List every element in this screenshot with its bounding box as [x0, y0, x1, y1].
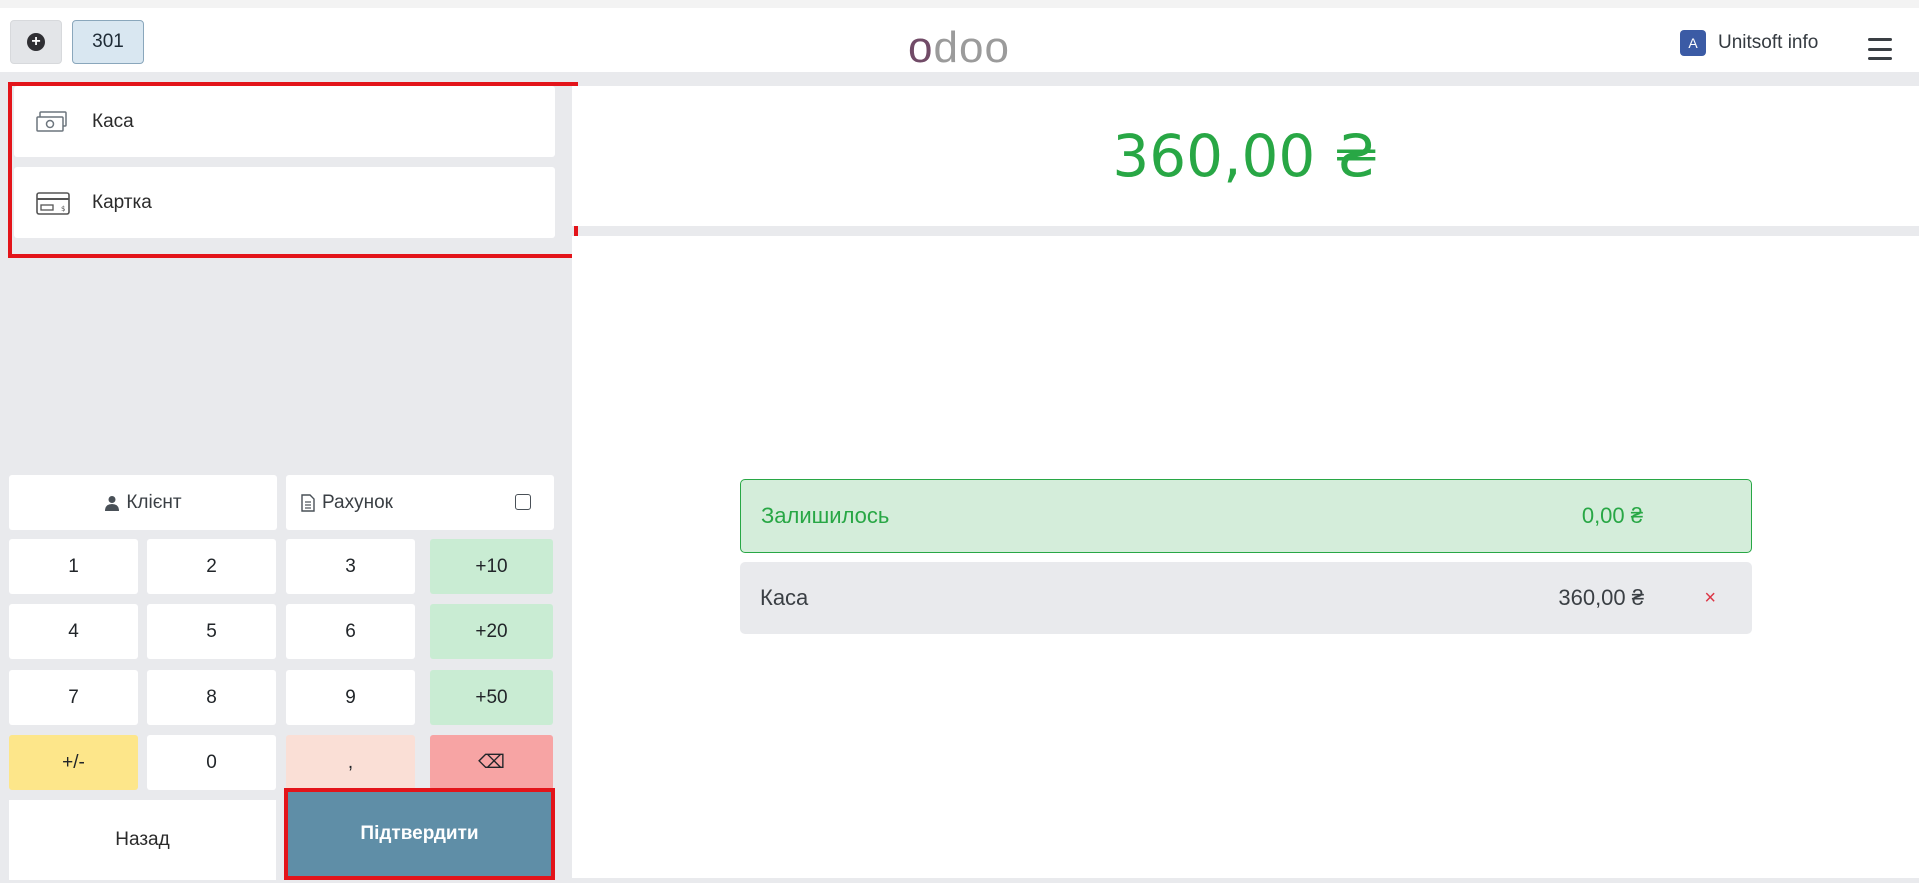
invoice-button[interactable]: Рахунок: [286, 475, 554, 530]
remaining-amount: 0,00 ₴: [1581, 503, 1643, 528]
document-icon: [301, 493, 315, 512]
backspace-icon[interactable]: ⌫: [430, 735, 553, 790]
logo-letter: o: [908, 23, 933, 72]
odoo-logo: o d o o: [908, 23, 1009, 72]
new-order-button[interactable]: +: [10, 20, 62, 64]
logo-letter: d: [933, 23, 958, 72]
payment-line-method: Каса: [760, 585, 809, 610]
numpad-key-2[interactable]: 2: [147, 539, 276, 594]
pos-payment-screen: + 301 o d o o A Unitsoft info Каса $ Кар…: [0, 0, 1919, 883]
credit-card-icon: $: [36, 191, 70, 215]
back-button[interactable]: Назад: [9, 800, 276, 880]
numpad-key-3[interactable]: 3: [286, 539, 415, 594]
payment-line-amount: 360,00 ₴: [1558, 585, 1644, 610]
numpad-key-plus-50[interactable]: +50: [430, 670, 553, 725]
remaining-summary: Залишилось 0,00 ₴: [740, 479, 1752, 553]
invoice-checkbox[interactable]: [515, 494, 531, 510]
numpad-key-4[interactable]: 4: [9, 604, 138, 659]
user-name: Unitsoft info: [1718, 32, 1819, 53]
logo-letter: o: [958, 23, 984, 72]
numpad-key-6[interactable]: 6: [286, 604, 415, 659]
invoice-button-label: Рахунок: [322, 491, 393, 513]
total-due-amount: 360,00 ₴: [1112, 122, 1379, 190]
payment-method-label: Каса: [92, 110, 134, 132]
payment-lines-panel: [572, 236, 1919, 878]
remaining-label: Залишилось: [761, 503, 890, 528]
user-icon: [105, 495, 120, 511]
cash-icon: [36, 110, 67, 132]
hamburger-menu-icon[interactable]: [1868, 38, 1892, 60]
user-menu[interactable]: A Unitsoft info: [1680, 30, 1818, 56]
svg-text:$: $: [61, 205, 65, 213]
avatar: A: [1680, 30, 1706, 56]
payment-line[interactable]: Каса 360,00 ₴ ×: [740, 562, 1752, 634]
numpad-key-1[interactable]: 1: [9, 539, 138, 594]
numpad-key-8[interactable]: 8: [147, 670, 276, 725]
payment-method-cash[interactable]: Каса: [14, 86, 555, 157]
customer-button[interactable]: Клієнт: [9, 475, 277, 530]
numpad-key-5[interactable]: 5: [147, 604, 276, 659]
order-tab-button[interactable]: 301: [72, 20, 144, 64]
payment-method-label: Картка: [92, 191, 152, 213]
confirm-button[interactable]: Підтвердити: [284, 788, 555, 880]
plus-icon: +: [27, 33, 45, 51]
numpad-key-0[interactable]: 0: [147, 735, 276, 790]
total-due-panel: 360,00 ₴: [572, 86, 1919, 226]
numpad-key-sign[interactable]: +/-: [9, 735, 138, 790]
customer-button-label: Клієнт: [126, 491, 182, 513]
numpad-key-7[interactable]: 7: [9, 670, 138, 725]
top-bar: + 301 o d o o A Unitsoft info: [0, 0, 1919, 78]
numpad-key-plus-10[interactable]: +10: [430, 539, 553, 594]
payment-method-card[interactable]: $ Картка: [14, 167, 555, 238]
numpad-key-plus-20[interactable]: +20: [430, 604, 553, 659]
delete-line-icon[interactable]: ×: [1704, 587, 1716, 610]
logo-letter: o: [984, 23, 1009, 72]
numpad-key-decimal[interactable]: ,: [286, 735, 415, 790]
numpad-key-9[interactable]: 9: [286, 670, 415, 725]
